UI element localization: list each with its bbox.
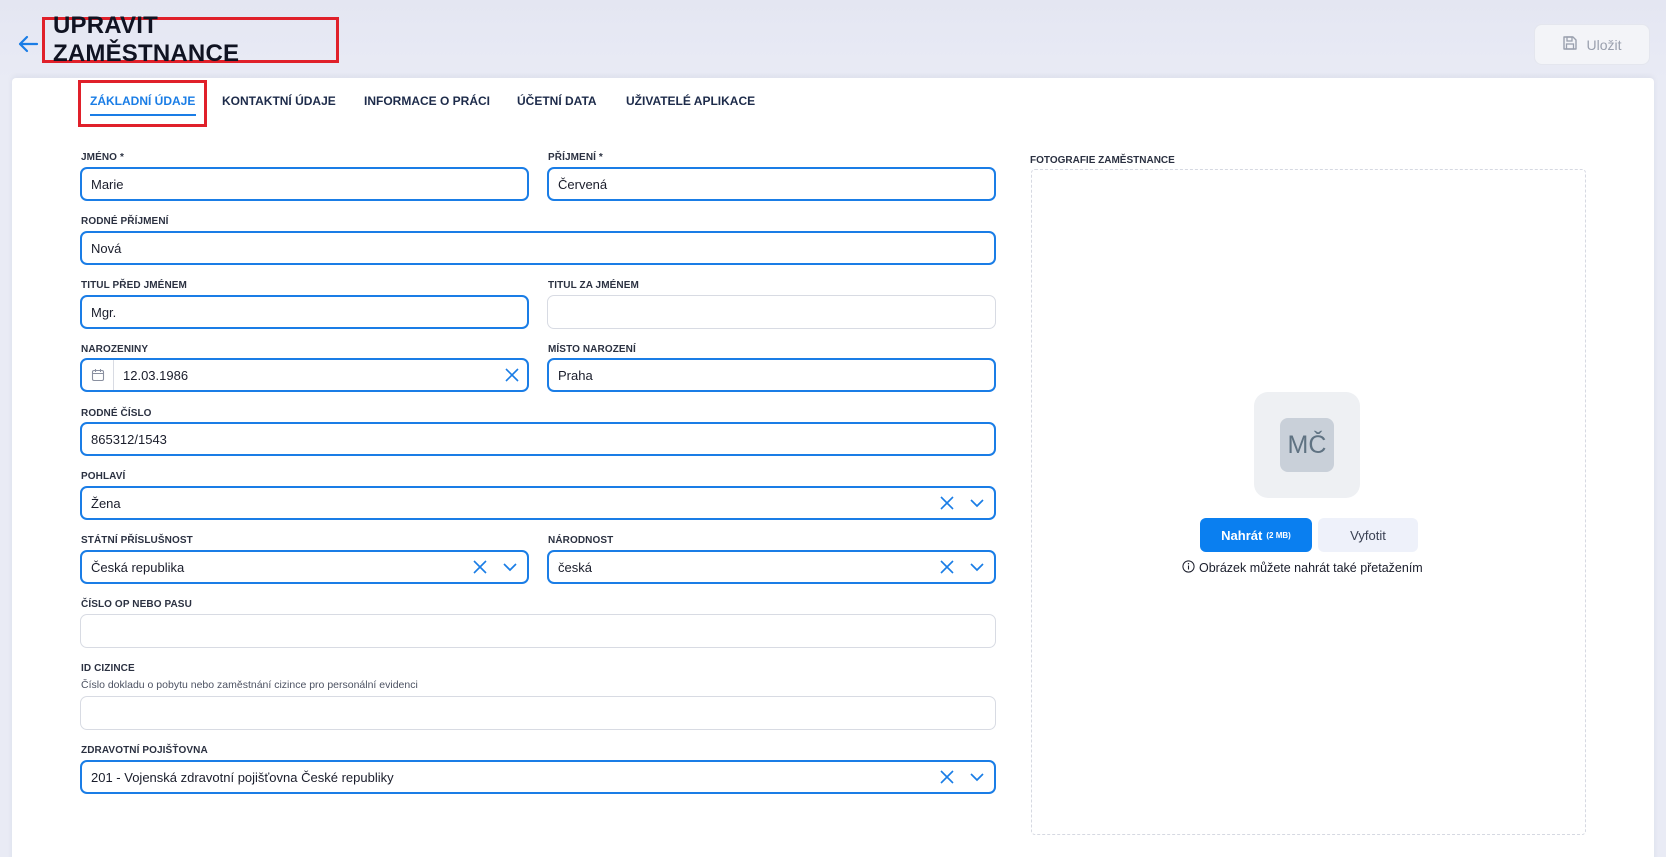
clear-icon[interactable] xyxy=(932,552,962,582)
tab-contact-info[interactable]: KONTAKTNÍ ÚDAJE xyxy=(222,94,336,108)
chevron-down-icon[interactable] xyxy=(962,762,992,792)
clear-icon[interactable] xyxy=(932,488,962,518)
upload-limit: (2 MB) xyxy=(1266,530,1291,540)
foreigner-id-field[interactable] xyxy=(80,696,996,730)
birthday-label: NAROZENINY xyxy=(81,344,149,355)
birth-number-field[interactable]: 865312/1543 xyxy=(80,422,996,456)
photo-label: FOTOGRAFIE ZAMĚSTNANCE xyxy=(1030,155,1175,166)
birth-surname-value: Nová xyxy=(91,240,122,256)
clear-icon[interactable] xyxy=(932,762,962,792)
gender-label: POHLAVÍ xyxy=(81,471,126,482)
birth-number-label: RODNÉ ČÍSLO xyxy=(81,408,152,419)
citizenship-label: STÁTNÍ PŘÍSLUŠNOST xyxy=(81,535,193,546)
birth-surname-field[interactable]: Nová xyxy=(80,231,996,265)
last-name-label: PŘÍJMENÍ * xyxy=(548,152,603,163)
drop-hint: Obrázek můžete nahrát také přetažením xyxy=(1182,560,1423,576)
foreigner-id-label: ID CIZINCE xyxy=(81,663,135,674)
chevron-down-icon[interactable] xyxy=(495,552,525,582)
tab-accounting-data[interactable]: ÚČETNÍ DATA xyxy=(517,94,597,108)
last-name-field[interactable]: Červená xyxy=(547,167,996,201)
citizenship-select[interactable]: Česká republika xyxy=(80,550,529,584)
id-number-field[interactable] xyxy=(80,614,996,648)
birth-number-value: 865312/1543 xyxy=(91,431,167,447)
calendar-icon[interactable] xyxy=(82,360,114,390)
title-before-value: Mgr. xyxy=(91,304,117,320)
active-tab-underline xyxy=(90,114,196,116)
gender-select[interactable]: Žena xyxy=(80,486,996,520)
save-button[interactable]: Uložit xyxy=(1534,24,1650,65)
save-label: Uložit xyxy=(1586,36,1622,53)
title-after-label: TITUL ZA JMÉNEM xyxy=(548,280,639,291)
info-icon xyxy=(1182,560,1195,576)
last-name-value: Červená xyxy=(558,176,608,192)
avatar-container: MČ xyxy=(1254,392,1360,498)
take-photo-button[interactable]: Vyfotit xyxy=(1318,518,1418,552)
avatar: MČ xyxy=(1280,418,1334,472)
first-name-label: JMÉNO * xyxy=(81,152,124,163)
birthday-value: 12.03.1986 xyxy=(123,367,189,383)
nationality-label: NÁRODNOST xyxy=(548,535,614,546)
clear-icon[interactable] xyxy=(465,552,495,582)
gender-value: Žena xyxy=(91,495,121,511)
id-number-label: ČÍSLO OP NEBO PASU xyxy=(81,599,192,610)
back-arrow-icon[interactable] xyxy=(14,30,42,58)
first-name-field[interactable]: Marie xyxy=(80,167,529,201)
birth-surname-label: RODNÉ PŘÍJMENÍ xyxy=(81,216,169,227)
insurance-label: ZDRAVOTNÍ POJIŠŤOVNA xyxy=(81,745,208,756)
photo-dropzone[interactable]: MČ Nahrát (2 MB) Vyfotit Obrázek můžete … xyxy=(1031,169,1586,835)
nationality-value: česká xyxy=(558,559,592,575)
top-bar: UPRAVIT ZAMĚSTNANCE Uložit xyxy=(0,0,1666,80)
tab-app-users[interactable]: UŽIVATELÉ APLIKACE xyxy=(626,94,755,108)
tab-basic-info[interactable]: ZÁKLADNÍ ÚDAJE xyxy=(90,94,195,108)
drop-hint-text: Obrázek můžete nahrát také přetažením xyxy=(1199,561,1423,575)
title-after-field[interactable] xyxy=(547,295,996,329)
upload-button[interactable]: Nahrát (2 MB) xyxy=(1200,518,1312,552)
birthplace-label: MÍSTO NAROZENÍ xyxy=(548,344,636,355)
insurance-value: 201 - Vojenská zdravotní pojišťovna Česk… xyxy=(91,769,394,785)
page-title: UPRAVIT ZAMĚSTNANCE xyxy=(42,12,339,67)
title-before-field[interactable]: Mgr. xyxy=(80,295,529,329)
birthplace-value: Praha xyxy=(558,367,593,383)
insurance-select[interactable]: 201 - Vojenská zdravotní pojišťovna Česk… xyxy=(80,760,996,794)
citizenship-value: Česká republika xyxy=(91,559,185,575)
chevron-down-icon[interactable] xyxy=(962,488,992,518)
nationality-select[interactable]: česká xyxy=(547,550,996,584)
tab-bar: ZÁKLADNÍ ÚDAJE KONTAKTNÍ ÚDAJE INFORMACE… xyxy=(12,78,1654,130)
first-name-value: Marie xyxy=(91,176,124,192)
birthday-field[interactable]: 12.03.1986 xyxy=(80,358,529,392)
tab-work-info[interactable]: INFORMACE O PRÁCI xyxy=(364,94,490,108)
chevron-down-icon[interactable] xyxy=(962,552,992,582)
title-before-label: TITUL PŘED JMÉNEM xyxy=(81,280,187,291)
foreigner-id-help: Číslo dokladu o pobytu nebo zaměstnání c… xyxy=(81,679,418,691)
clear-icon[interactable] xyxy=(497,360,527,390)
upload-label: Nahrát xyxy=(1221,527,1263,543)
floppy-disk-icon xyxy=(1562,35,1578,54)
form-card: ZÁKLADNÍ ÚDAJE KONTAKTNÍ ÚDAJE INFORMACE… xyxy=(12,78,1654,857)
birthplace-field[interactable]: Praha xyxy=(547,358,996,392)
